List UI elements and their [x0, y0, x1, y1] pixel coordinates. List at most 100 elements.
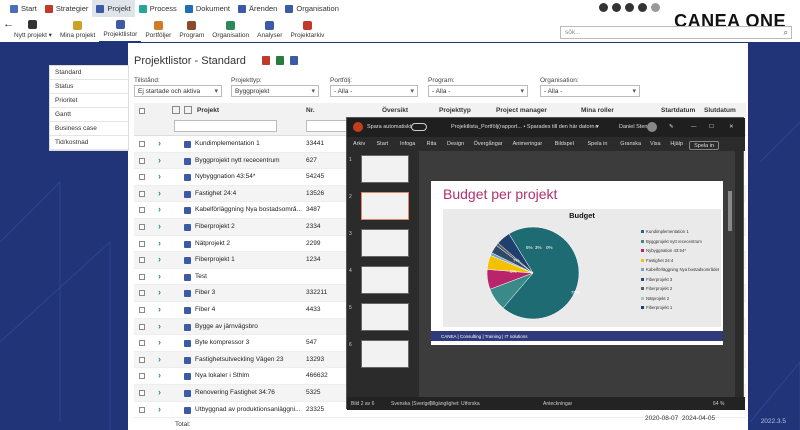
project-name[interactable]: Fastighetsutveckling Vägen 23 [195, 356, 305, 363]
slide-thumbnail[interactable] [361, 266, 409, 294]
row-checkbox[interactable] [139, 174, 145, 181]
ribbon-tab[interactable]: Övergångar [474, 141, 503, 147]
filter-select[interactable]: - Alla - [540, 85, 640, 97]
row-checkbox[interactable] [139, 373, 145, 380]
powerpoint-window[interactable]: Spara automatiskt Projektlista_Portfölj(… [346, 117, 745, 410]
slide-thumbnail[interactable] [361, 155, 409, 183]
search-input[interactable]: sök... ⌕ [560, 26, 792, 39]
toolbar-item-0[interactable]: Nytt projekt ▾ [0, 18, 56, 42]
notes-button[interactable]: Anteckningar [543, 401, 572, 407]
filter-select[interactable]: - Alla - [330, 85, 418, 97]
sidenav-item[interactable]: Prioritet [50, 94, 128, 108]
slide[interactable]: Budget per projekt Budget 70% 8% 7% 5% 3% 0% … [431, 181, 723, 345]
project-name[interactable]: Fastighet 24:4 [195, 190, 305, 197]
project-name[interactable]: Kabelförläggning Nya bostadsområ... [195, 206, 305, 213]
expand-chevron-icon[interactable]: › [158, 155, 161, 165]
expand-chevron-icon[interactable]: › [158, 221, 161, 231]
project-name[interactable]: Renovering Fastighet 34:76 [195, 389, 305, 396]
expand-chevron-icon[interactable]: › [158, 387, 161, 397]
ribbon-tab[interactable]: Bildspel [555, 141, 574, 147]
excel-icon[interactable] [290, 56, 298, 65]
topmenu-5[interactable]: Ärenden [234, 0, 281, 17]
pdf-icon[interactable] [262, 56, 270, 65]
row-checkbox[interactable] [139, 323, 145, 330]
toolbar-item-3[interactable]: Portföljer [141, 18, 175, 42]
project-name[interactable]: Nätprojekt 2 [195, 240, 305, 247]
pen-icon[interactable]: ✎ [669, 124, 674, 130]
slide-thumbnail[interactable] [361, 303, 409, 331]
expand-chevron-icon[interactable]: › [158, 354, 161, 364]
project-name[interactable]: Kundimplementation 1 [195, 140, 305, 147]
ribbon-tab[interactable]: Visa [650, 141, 661, 147]
expand-chevron-icon[interactable]: › [158, 304, 161, 314]
topmenu-3[interactable]: Process [135, 0, 181, 17]
col-projekt[interactable]: Projekt [197, 107, 219, 114]
search-icon[interactable]: ⌕ [784, 28, 788, 38]
project-name[interactable]: Fiberprojekt 2 [195, 223, 305, 230]
palette-icon[interactable] [612, 3, 621, 12]
autosave-toggle[interactable] [411, 123, 427, 131]
row-checkbox[interactable] [139, 141, 145, 147]
ribbon-tab[interactable]: Arkiv [353, 141, 365, 147]
expand-chevron-icon[interactable]: › [158, 404, 161, 414]
expand-all-icon[interactable] [172, 106, 180, 114]
row-checkbox[interactable] [139, 257, 145, 264]
close-icon[interactable]: ✕ [729, 124, 734, 130]
col-roller[interactable]: Mina roller [581, 107, 614, 114]
row-checkbox[interactable] [139, 273, 145, 280]
col-start[interactable]: Startdatum [661, 107, 695, 114]
expand-chevron-icon[interactable]: › [158, 370, 161, 380]
sidenav-item[interactable]: Standard [50, 66, 128, 80]
project-name[interactable]: Bygge av järnvägsbro [195, 323, 305, 330]
search-icon[interactable]: ⌕ [595, 124, 598, 131]
expand-chevron-icon[interactable]: › [158, 204, 161, 214]
scrollbar[interactable] [728, 191, 732, 231]
row-checkbox[interactable] [139, 190, 145, 197]
project-name[interactable]: Byggprojekt nytt rececentrum [195, 157, 305, 164]
row-checkbox[interactable] [139, 157, 145, 164]
topmenu-6[interactable]: Organisation [281, 0, 343, 17]
toolbar-item-1[interactable]: Mina projekt [56, 18, 99, 42]
project-name[interactable]: Fiberprojekt 1 [195, 256, 305, 263]
expand-chevron-icon[interactable]: › [158, 238, 161, 248]
gear-icon[interactable] [638, 3, 647, 12]
filter-select[interactable]: Ej startade och aktiva [134, 85, 222, 97]
ribbon-tab[interactable]: Granska [620, 141, 641, 147]
ribbon-tab[interactable]: Rita [427, 141, 437, 147]
expand-chevron-icon[interactable]: › [158, 254, 161, 264]
col-pm[interactable]: Project manager [496, 107, 547, 114]
expand-chevron-icon[interactable]: › [158, 171, 161, 181]
row-checkbox[interactable] [139, 223, 145, 230]
col-oversikt[interactable]: Översikt [382, 107, 408, 114]
row-checkbox[interactable] [139, 406, 145, 413]
avatar[interactable] [651, 3, 660, 12]
row-checkbox[interactable] [139, 356, 145, 363]
ribbon-tab[interactable]: Start [377, 141, 389, 147]
word-icon[interactable] [276, 56, 284, 65]
filter-select[interactable]: - Alla - [428, 85, 528, 97]
project-name[interactable]: Fiber 3 [195, 289, 305, 296]
ribbon-tab[interactable]: Spela in [588, 141, 608, 147]
col-slut[interactable]: Slutdatum [704, 107, 736, 114]
settings-icon[interactable] [599, 3, 608, 12]
expand-chevron-icon[interactable]: › [158, 337, 161, 347]
row-checkbox[interactable] [139, 290, 145, 297]
row-checkbox[interactable] [139, 389, 145, 396]
sidenav-item[interactable]: Tid/kostnad [50, 136, 128, 150]
topmenu-4[interactable]: Dokument [181, 0, 234, 17]
ribbon-tab[interactable]: Infoga [400, 141, 415, 147]
avatar[interactable] [647, 122, 657, 132]
row-checkbox[interactable] [139, 240, 145, 247]
row-checkbox[interactable] [139, 207, 145, 214]
project-name[interactable]: Nya lokaler i Sthlm [195, 372, 305, 379]
project-name[interactable]: Byte kompressor 3 [195, 339, 305, 346]
slide-thumbnail[interactable] [361, 229, 409, 257]
sidenav-item[interactable]: Business case [50, 122, 128, 136]
sidenav-item[interactable]: Status [50, 80, 128, 94]
project-name[interactable]: Utbyggnad av produktionsanläggni... [195, 406, 305, 413]
project-filter-input[interactable] [174, 120, 277, 132]
expand-chevron-icon[interactable]: › [158, 188, 161, 198]
zoom-level[interactable]: 64 % [713, 401, 724, 407]
ribbon-tab[interactable]: Animeringar [513, 141, 543, 147]
toolbar-item-4[interactable]: Program [175, 18, 208, 42]
